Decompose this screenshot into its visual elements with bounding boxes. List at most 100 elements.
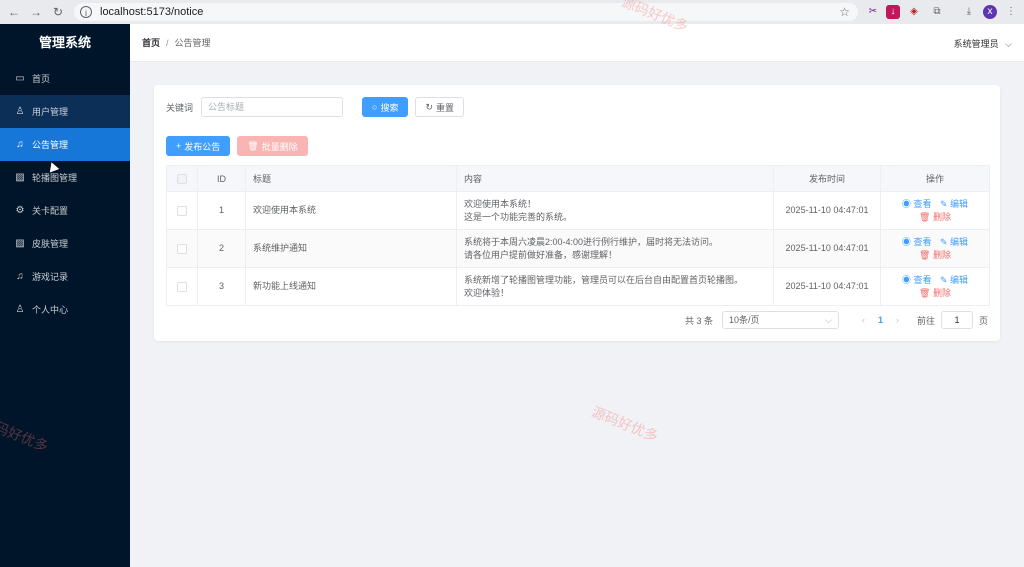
chevron-down-icon: ⌵ [825,315,832,325]
table-row: 2 系统维护通知 系统将于本周六凌晨2:00-4:00进行例行维护，届时将无法访… [166,229,990,268]
sidebar-item-home[interactable]: ▭ 首页 [0,62,130,95]
search-button[interactable]: ○ 搜索 [362,97,409,117]
reset-button[interactable]: ↻ 重置 [415,97,465,117]
breadcrumb-current: 公告管理 [174,38,211,48]
sidebar-item-levels[interactable]: ⚙ 关卡配置 [0,194,130,227]
batch-delete-button[interactable]: 🗑 批量删除 [237,136,308,156]
sidebar-item-skins[interactable]: ▨ 皮肤管理 [0,227,130,260]
content-line: 系统新增了轮播图管理功能，管理员可以在后台自由配置首页轮播图。 [464,274,744,285]
column-header-title: 标题 [245,165,457,192]
picture-icon: ▨ [15,172,25,183]
sidebar-item-label: 用户管理 [32,107,69,117]
view-button[interactable]: ◉ 查看 [902,199,932,209]
cell-time: 2025-11-10 04:47:01 [773,267,881,306]
action-bar: + 发布公告 🗑 批量删除 [166,136,308,156]
sidebar-item-profile[interactable]: ♙ 个人中心 [0,293,130,326]
content-line: 系统将于本周六凌晨2:00-4:00进行例行维护，届时将无法访问。 [464,236,719,247]
content-line: 欢迎使用本系统！ [464,198,537,209]
pagination-total: 共 3 条 [684,315,713,326]
delete-button[interactable]: 🗑 删除 [919,250,951,260]
table-row: 3 新功能上线通知 系统新增了轮播图管理功能，管理员可以在后台自由配置首页轮播图… [166,267,990,306]
extension-download-icon[interactable]: ↓ [886,5,900,19]
site-info-icon[interactable]: i [80,6,92,18]
view-button[interactable]: ◉ 查看 [902,275,932,285]
cell-time: 2025-11-10 04:47:01 [773,191,881,230]
publish-notice-button[interactable]: + 发布公告 [166,136,231,156]
cell-id: 1 [197,191,246,230]
page-suffix: 页 [978,315,988,326]
keyword-input[interactable] [201,97,344,117]
notice-card: 关键词 ○ 搜索 ↻ 重置 + 发布公告 🗑 批量删除 [154,85,1000,341]
sidebar-item-game-records[interactable]: ♫ 游戏记录 [0,260,130,293]
row-checkbox[interactable] [177,243,187,254]
extension-icon[interactable]: ◈ [907,5,921,19]
plus-icon: + [176,141,182,151]
delete-label: 删除 [932,287,951,298]
picture-icon: ▨ [15,238,25,249]
search-button-label: 搜索 [380,102,399,113]
edit-button[interactable]: ✎ 编辑 [940,237,968,247]
eye-icon: ◉ [901,274,911,285]
edit-icon: ✎ [939,274,948,285]
edit-label: 编辑 [950,198,969,209]
forward-icon[interactable]: → [28,4,44,20]
edit-icon: ✎ [939,198,948,209]
delete-button[interactable]: 🗑 删除 [919,288,951,298]
publish-button-label: 发布公告 [184,141,221,152]
back-icon[interactable]: ← [6,4,22,20]
view-button[interactable]: ◉ 查看 [902,237,932,247]
downloads-icon[interactable]: ⤓ [962,5,976,19]
column-header-id: ID [197,165,246,192]
goto-page-input[interactable]: 1 [940,311,973,329]
trash-icon: 🗑 [919,211,931,222]
delete-button[interactable]: 🗑 删除 [919,212,951,222]
trash-icon: 🗑 [247,140,259,151]
page-size-value: 10条/页 [728,315,760,325]
view-label: 查看 [913,274,932,285]
user-icon: ♙ [15,106,25,117]
column-header-time: 发布时间 [773,165,881,192]
next-page-icon[interactable]: › [896,315,899,325]
edit-label: 编辑 [950,274,969,285]
url-text: localhost:5173/notice [100,6,204,18]
edit-button[interactable]: ✎ 编辑 [940,199,968,209]
address-bar[interactable]: i localhost:5173/notice ☆ [74,3,858,21]
edit-icon: ✎ [939,236,948,247]
cell-content: 系统将于本周六凌晨2:00-4:00进行例行维护，届时将无法访问。 请各位用户提… [456,229,774,268]
eye-icon: ◉ [901,198,911,209]
cell-title: 欢迎使用本系统 [245,191,457,230]
sidebar-item-users[interactable]: ♙ 用户管理 [0,95,130,128]
bell-icon: ♫ [16,139,24,150]
search-icon: ○ [372,102,378,112]
chevron-down-icon: ⌵ [1005,39,1012,49]
cell-title: 新功能上线通知 [245,267,457,306]
sidebar-item-label: 首页 [32,74,51,84]
cell-actions: ◉ 查看 ✎ 编辑 🗑 删除 [880,191,990,230]
bookmark-star-icon[interactable]: ☆ [839,5,850,19]
user-dropdown[interactable]: 系统管理员 ⌵ [954,37,1012,50]
row-checkbox[interactable] [177,281,187,292]
cell-id: 3 [197,267,246,306]
profile-avatar[interactable]: x [983,5,997,19]
user-name: 系统管理员 [953,39,999,49]
extensions-puzzle-icon[interactable]: ⧉ [930,5,944,19]
cell-title: 系统维护通知 [245,229,457,268]
main-content: 首页 / 公告管理 系统管理员 ⌵ 关键词 ○ 搜索 ↻ 重置 [130,24,1024,567]
user-icon: ♙ [15,304,25,315]
view-label: 查看 [913,236,932,247]
row-checkbox[interactable] [177,205,187,216]
goto-label: 前往 [916,315,935,326]
extension-scissors-icon[interactable]: ✂ [866,5,880,19]
more-menu-icon[interactable]: ⋮ [1004,5,1018,19]
sidebar-item-carousel[interactable]: ▨ 轮播图管理 [0,161,130,194]
select-all-checkbox[interactable] [177,173,187,184]
sidebar: 管理系统 ▭ 首页 ♙ 用户管理 ♫ 公告管理 ▨ 轮播图管理 ⚙ 关卡配置 ▨… [0,24,130,567]
breadcrumb-home[interactable]: 首页 [142,36,160,49]
page-number-current[interactable]: 1 [878,315,883,325]
prev-page-icon[interactable]: ‹ [862,315,865,325]
edit-button[interactable]: ✎ 编辑 [940,275,968,285]
page-size-select[interactable]: 10条/页 ⌵ [721,311,839,329]
breadcrumb-separator: / [166,37,169,48]
sidebar-item-notice[interactable]: ♫ 公告管理 [0,128,130,161]
reload-icon[interactable]: ↻ [50,4,66,20]
